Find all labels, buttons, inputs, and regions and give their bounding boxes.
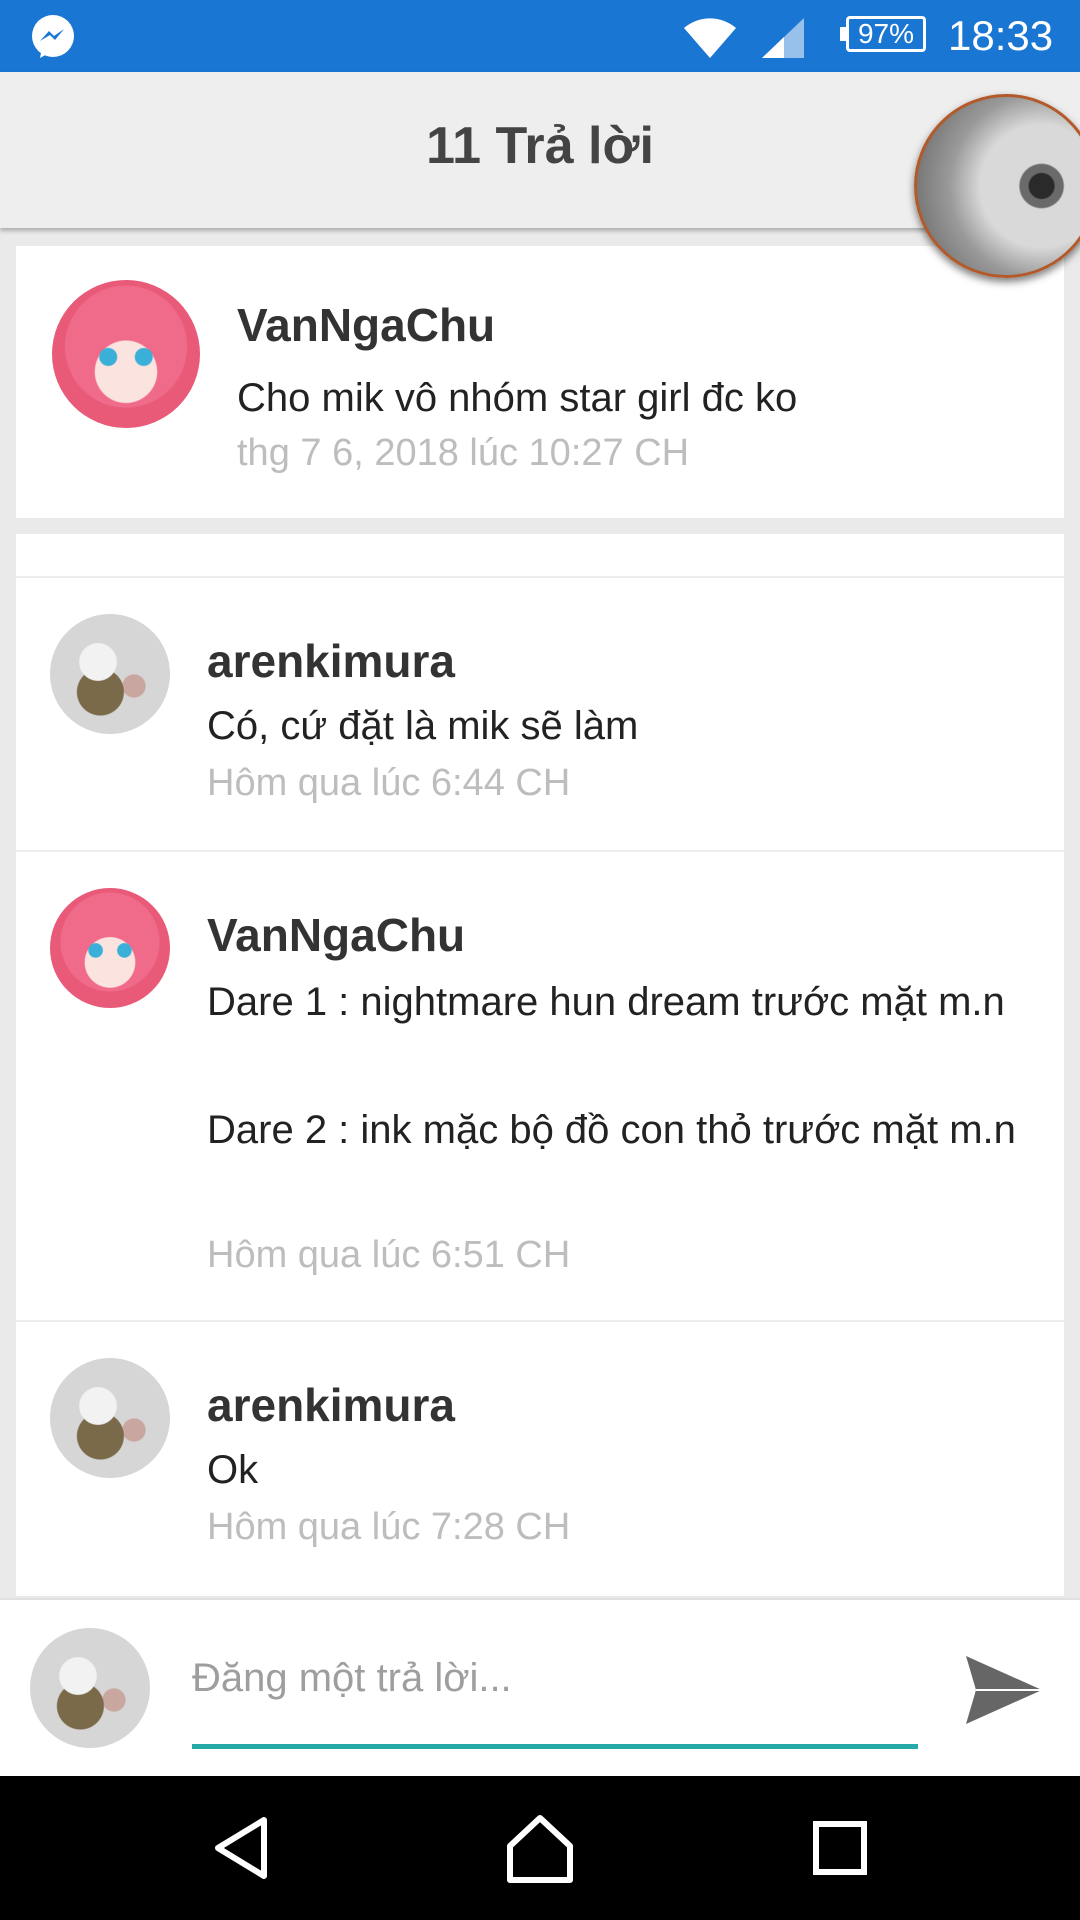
reply-timestamp: Hôm qua lúc 6:44 CH bbox=[207, 762, 571, 804]
system-nav-bar bbox=[0, 1776, 1080, 1920]
wifi-icon bbox=[684, 18, 736, 58]
list-item: arenkimura Ok Hôm qua lúc 7:28 CH bbox=[16, 1320, 1064, 1598]
reply-composer bbox=[0, 1598, 1080, 1778]
original-post-card: VanNgaChu Cho mik vô nhóm star girl đc k… bbox=[16, 246, 1064, 518]
list-item: arenkimura Có, cứ đặt là mik sẽ làm Hôm … bbox=[16, 576, 1064, 852]
clock: 18:33 bbox=[948, 12, 1054, 59]
reply-author[interactable]: VanNgaChu bbox=[207, 908, 465, 962]
recents-icon[interactable] bbox=[800, 1808, 880, 1888]
reply-timestamp: Hôm qua lúc 7:28 CH bbox=[207, 1506, 571, 1548]
replies-list[interactable]: arenkimura Có, cứ đặt là mik sẽ làm Hôm … bbox=[16, 534, 1064, 1596]
input-underline bbox=[192, 1744, 918, 1749]
status-bar: 97% 18:33 bbox=[0, 0, 1080, 72]
battery-icon: 97% bbox=[840, 16, 926, 52]
reply-text-line-1: Dare 1 : nightmare hun dream trước mặt m… bbox=[207, 980, 1005, 1024]
reply-text: Ok bbox=[207, 1448, 259, 1492]
cell-signal-icon bbox=[762, 18, 804, 58]
post-timestamp: thg 7 6, 2018 lúc 10:27 CH bbox=[237, 432, 690, 474]
send-icon[interactable] bbox=[962, 1648, 1046, 1732]
post-author[interactable]: VanNgaChu bbox=[237, 298, 495, 352]
avatar[interactable] bbox=[50, 1358, 170, 1478]
post-text: Cho mik vô nhóm star girl đc ko bbox=[237, 376, 798, 420]
avatar[interactable] bbox=[50, 888, 170, 1008]
list-item: VanNgaChu Dare 1 : nightmare hun dream t… bbox=[16, 850, 1064, 1322]
reply-timestamp: Hôm qua lúc 6:51 CH bbox=[207, 1234, 571, 1276]
reply-author[interactable]: arenkimura bbox=[207, 1378, 455, 1432]
back-icon[interactable] bbox=[202, 1808, 282, 1888]
avatar[interactable] bbox=[52, 280, 200, 428]
reply-text-line-2: Dare 2 : ink mặc bộ đồ con thỏ trước mặt… bbox=[207, 1108, 1016, 1152]
reply-text: Có, cứ đặt là mik sẽ làm bbox=[207, 704, 639, 748]
messenger-icon[interactable] bbox=[28, 12, 78, 62]
current-user-avatar bbox=[30, 1628, 150, 1748]
home-icon[interactable] bbox=[500, 1808, 580, 1888]
reply-author[interactable]: arenkimura bbox=[207, 634, 455, 688]
avatar[interactable] bbox=[50, 614, 170, 734]
battery-level: 97% bbox=[857, 18, 915, 49]
reply-input[interactable] bbox=[192, 1648, 916, 1708]
